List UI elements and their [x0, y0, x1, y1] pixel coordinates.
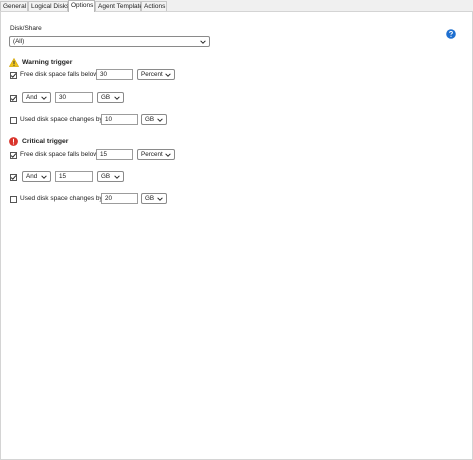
warning-used-changes-checkbox[interactable]	[10, 117, 17, 124]
disk-share-label: Disk/Share	[10, 25, 42, 32]
chevron-down-icon	[157, 197, 163, 201]
chevron-down-icon	[41, 175, 47, 179]
warning-free-space-input[interactable]: 30	[96, 69, 133, 80]
warning-used-changes-unit: GB	[145, 116, 155, 123]
check-icon	[10, 73, 17, 78]
critical-free-space-unit: Percent	[141, 151, 163, 158]
check-icon	[10, 96, 17, 101]
chevron-down-icon	[157, 118, 163, 122]
tab-options-label: Options	[71, 2, 94, 9]
critical-free-space-unit-select[interactable]: Percent	[137, 149, 175, 160]
critical-free-space-input[interactable]: 15	[96, 149, 133, 160]
chevron-down-icon	[165, 153, 171, 157]
tab-general[interactable]: General	[0, 1, 28, 11]
warning-free-space-label: Free disk space falls below	[20, 71, 99, 78]
critical-and-value-input[interactable]: 15	[55, 171, 93, 182]
chevron-down-icon	[41, 96, 47, 100]
chevron-down-icon	[165, 73, 171, 77]
critical-used-changes-checkbox[interactable]	[10, 196, 17, 203]
tab-logical-disks[interactable]: Logical Disks	[28, 1, 70, 11]
critical-and-operator-select[interactable]: And	[22, 171, 51, 182]
critical-and-operator: And	[26, 173, 38, 180]
warning-and-unit: GB	[101, 94, 111, 101]
warning-triangle-icon	[9, 58, 19, 67]
tab-actions[interactable]: Actions	[141, 1, 167, 11]
exclamation-circle-icon	[9, 137, 18, 146]
options-panel	[0, 11, 473, 460]
critical-and-unit: GB	[101, 173, 111, 180]
warning-used-changes-label: Used disk space changes by	[20, 116, 103, 123]
warning-free-space-unit-select[interactable]: Percent	[137, 69, 175, 80]
tab-general-label: General	[3, 3, 27, 10]
warning-and-unit-select[interactable]: GB	[97, 92, 124, 103]
warning-and-operator-select[interactable]: And	[22, 92, 51, 103]
tab-logical-disks-label: Logical Disks	[31, 3, 70, 10]
critical-used-changes-unit-select[interactable]: GB	[141, 193, 167, 204]
warning-and-value-input[interactable]: 30	[55, 92, 93, 103]
critical-used-changes-input[interactable]: 20	[101, 193, 138, 204]
warning-and-checkbox[interactable]	[10, 95, 17, 102]
critical-and-unit-select[interactable]: GB	[97, 171, 124, 182]
critical-used-changes-unit: GB	[145, 195, 155, 202]
warning-free-space-unit: Percent	[141, 71, 163, 78]
tab-agent-template[interactable]: Agent Template	[95, 1, 144, 11]
warning-and-operator: And	[26, 94, 38, 101]
tab-actions-label: Actions	[144, 3, 166, 10]
critical-used-changes-label: Used disk space changes by	[20, 195, 103, 202]
warning-trigger-title: Warning trigger	[22, 59, 73, 66]
critical-trigger-title: Critical trigger	[22, 138, 69, 145]
check-icon	[10, 153, 17, 158]
disk-share-select[interactable]: (All)	[9, 36, 210, 47]
chevron-down-icon	[114, 96, 120, 100]
disk-share-value: (All)	[13, 38, 25, 45]
chevron-down-icon	[200, 40, 206, 44]
chevron-down-icon	[114, 175, 120, 179]
critical-free-space-label: Free disk space falls below	[20, 151, 99, 158]
check-icon	[10, 175, 17, 180]
question-circle-icon[interactable]	[446, 29, 456, 39]
tab-options[interactable]: Options	[68, 0, 95, 12]
tab-agent-template-label: Agent Template	[98, 3, 144, 10]
critical-free-space-checkbox[interactable]	[10, 152, 17, 159]
warning-used-changes-input[interactable]: 10	[101, 114, 138, 125]
critical-and-checkbox[interactable]	[10, 174, 17, 181]
warning-free-space-checkbox[interactable]	[10, 72, 17, 79]
warning-used-changes-unit-select[interactable]: GB	[141, 114, 167, 125]
